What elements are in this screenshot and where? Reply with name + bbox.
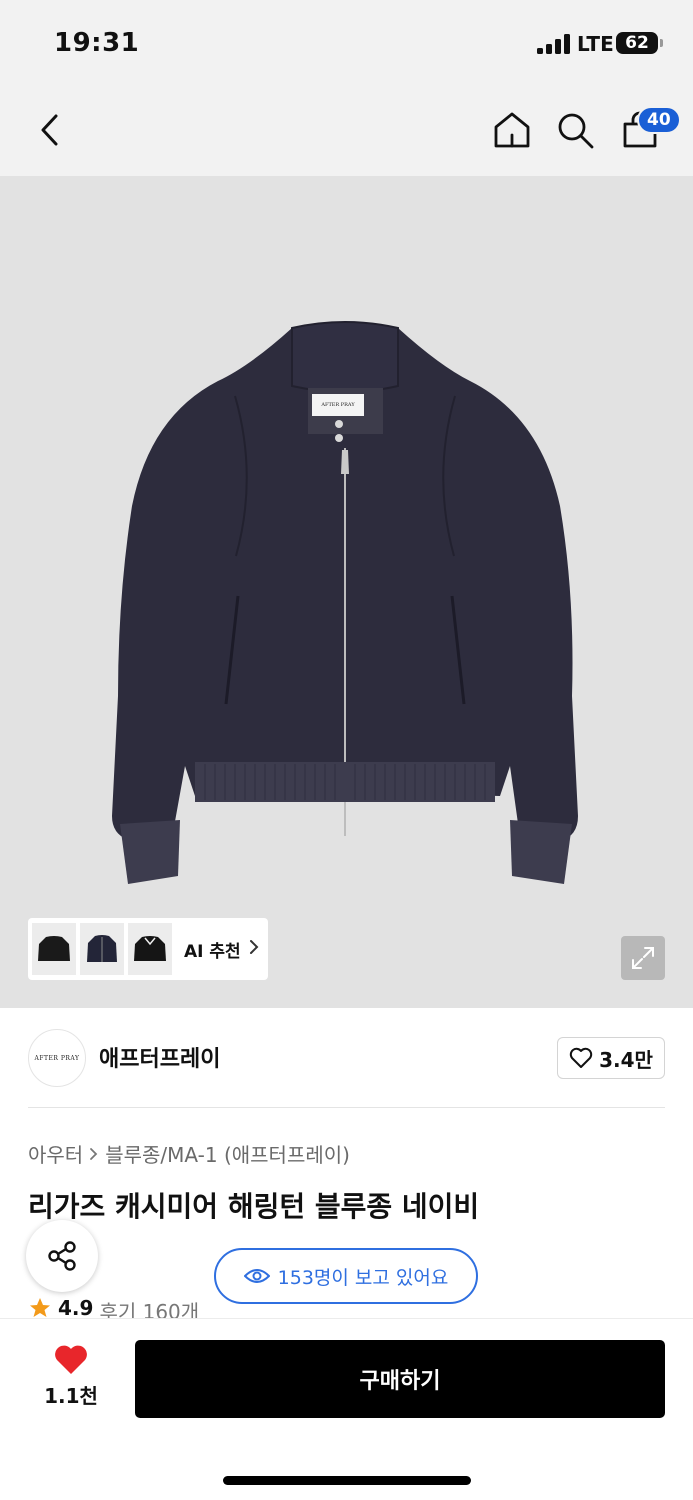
brand-logo[interactable]: AFTER PRAY bbox=[28, 1029, 86, 1087]
jacket-label-text: AFTER PRAY bbox=[320, 402, 355, 408]
status-time: 19:31 bbox=[54, 28, 140, 58]
signal-icon bbox=[537, 34, 571, 54]
product-image-gallery[interactable]: AFTER PRAY AI 추천 bbox=[0, 176, 693, 1008]
buy-button[interactable]: 구매하기 bbox=[135, 1340, 665, 1418]
brand-like-button[interactable]: 3.4만 bbox=[557, 1037, 665, 1079]
rating-row[interactable]: 4.9 후기 160개 bbox=[28, 1296, 199, 1318]
viewers-text: 153명이 보고 있어요 bbox=[277, 1266, 449, 1289]
top-nav-bar bbox=[0, 88, 693, 176]
status-bar: 19:31 LTE 62 bbox=[0, 0, 693, 88]
search-icon[interactable] bbox=[553, 108, 597, 152]
battery-icon: 62 bbox=[616, 32, 663, 54]
cart-count-badge: 40 bbox=[637, 106, 681, 134]
breadcrumb-subcategory[interactable]: 블루종/MA-1 (애프터프레이) bbox=[105, 1139, 350, 1168]
wishlist-button[interactable]: 1.1천 bbox=[36, 1344, 106, 1409]
battery-level: 62 bbox=[625, 33, 649, 53]
network-label: LTE bbox=[577, 32, 614, 56]
wishlist-count: 1.1천 bbox=[44, 1384, 98, 1408]
back-icon[interactable] bbox=[28, 108, 72, 152]
ai-recommend-strip[interactable]: AI 추천 bbox=[28, 918, 268, 980]
breadcrumb: 아우터 블루종/MA-1 (애프터프레이) bbox=[28, 1139, 350, 1168]
recommend-thumbnail[interactable] bbox=[32, 923, 76, 975]
rating-score: 4.9 bbox=[58, 1296, 94, 1318]
recommend-thumbnail[interactable] bbox=[128, 923, 172, 975]
breadcrumb-category[interactable]: 아우터 bbox=[28, 1139, 83, 1168]
recommend-thumbnail[interactable] bbox=[80, 923, 124, 975]
ai-recommend-label: AI 추천 bbox=[184, 941, 241, 962]
review-count: 후기 160개 bbox=[99, 1300, 200, 1318]
expand-icon bbox=[632, 947, 654, 969]
star-icon bbox=[30, 1298, 50, 1317]
home-indicator bbox=[223, 1476, 471, 1485]
eye-icon bbox=[243, 1269, 270, 1283]
heart-filled-icon bbox=[55, 1345, 87, 1374]
viewers-count-pill: 153명이 보고 있어요 bbox=[214, 1248, 478, 1304]
chevron-right-icon bbox=[90, 1147, 98, 1160]
product-title: 리가즈 캐시미어 해링턴 블루종 네이비 bbox=[28, 1190, 480, 1223]
home-icon[interactable] bbox=[490, 108, 534, 152]
brand-name[interactable]: 애프터프레이 bbox=[99, 1041, 220, 1073]
share-button[interactable] bbox=[26, 1220, 98, 1292]
chevron-right-icon bbox=[249, 939, 259, 959]
share-icon bbox=[48, 1241, 76, 1271]
brand-like-count: 3.4만 bbox=[599, 1047, 653, 1072]
product-jacket-image: AFTER PRAY bbox=[112, 321, 578, 884]
divider bbox=[28, 1107, 665, 1108]
expand-image-button[interactable] bbox=[621, 936, 665, 980]
heart-outline-icon bbox=[569, 1047, 593, 1068]
